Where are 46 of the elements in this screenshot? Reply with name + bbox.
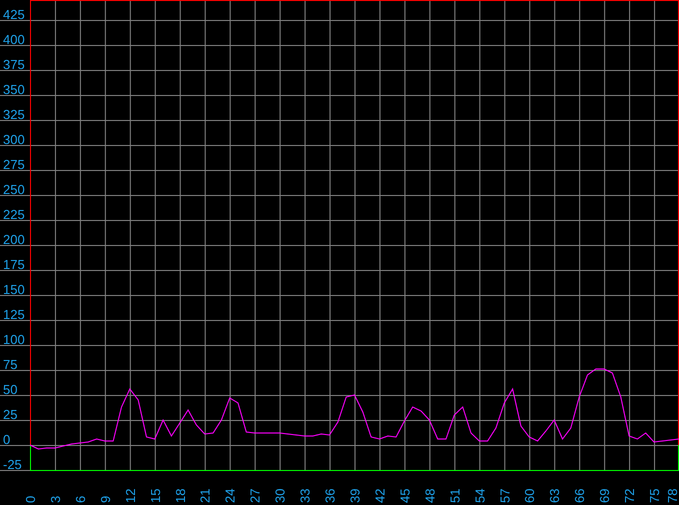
x-axis-label: 15 xyxy=(148,488,163,503)
y-axis-label: 300 xyxy=(3,132,25,147)
x-axis-label: 78 xyxy=(665,488,679,503)
x-axis-label: 48 xyxy=(422,488,438,503)
x-axis-label: 21 xyxy=(198,488,213,503)
y-axis-label: 275 xyxy=(3,157,25,172)
y-axis-label: 325 xyxy=(3,107,25,122)
y-axis-label: 425 xyxy=(3,7,25,22)
x-axis-label: 45 xyxy=(397,488,412,503)
x-axis-label: 39 xyxy=(348,488,362,503)
x-axis-label: 51 xyxy=(447,488,462,503)
x-axis-label: 9 xyxy=(98,496,113,503)
x-axis-label: 33 xyxy=(298,488,313,503)
x-axis-label: 66 xyxy=(572,488,588,503)
y-axis-label: 150 xyxy=(3,282,25,297)
x-axis-label: 57 xyxy=(497,488,512,503)
x-axis-label: 75 xyxy=(647,488,662,503)
x-axis-label: 60 xyxy=(522,488,538,503)
x-axis-label: 18 xyxy=(172,488,188,503)
x-axis-label: 63 xyxy=(547,488,562,503)
x-axis-label: 24 xyxy=(222,488,238,503)
x-axis-label: 3 xyxy=(48,496,63,503)
y-axis-label: 50 xyxy=(3,382,18,397)
x-axis-label: 6 xyxy=(72,496,88,503)
x-axis-label: 54 xyxy=(472,488,488,503)
y-axis-label: -25 xyxy=(3,457,22,472)
y-axis-label: 350 xyxy=(3,82,25,97)
y-axis-label: 200 xyxy=(3,232,25,247)
y-axis-label: 0 xyxy=(3,432,10,447)
x-axis-label: 42 xyxy=(372,488,388,503)
y-axis-label: 375 xyxy=(3,57,25,72)
y-axis-label: 25 xyxy=(3,407,18,422)
x-axis-label: 0 xyxy=(23,496,38,503)
y-axis-label: 175 xyxy=(3,257,25,272)
y-axis-label: 75 xyxy=(3,357,18,372)
y-axis-label: 100 xyxy=(3,332,25,347)
y-axis-label: 225 xyxy=(3,207,25,222)
x-axis-label: 30 xyxy=(272,488,288,503)
x-axis-label: 27 xyxy=(248,488,263,503)
x-axis-label: 36 xyxy=(322,488,338,503)
y-axis-label: 250 xyxy=(3,182,25,197)
x-axis-label: 12 xyxy=(122,488,138,503)
x-axis-label: 69 xyxy=(597,488,612,503)
y-axis-label: 400 xyxy=(3,32,25,47)
y-axis-label: 125 xyxy=(3,307,25,322)
x-axis-label: 72 xyxy=(622,488,638,503)
